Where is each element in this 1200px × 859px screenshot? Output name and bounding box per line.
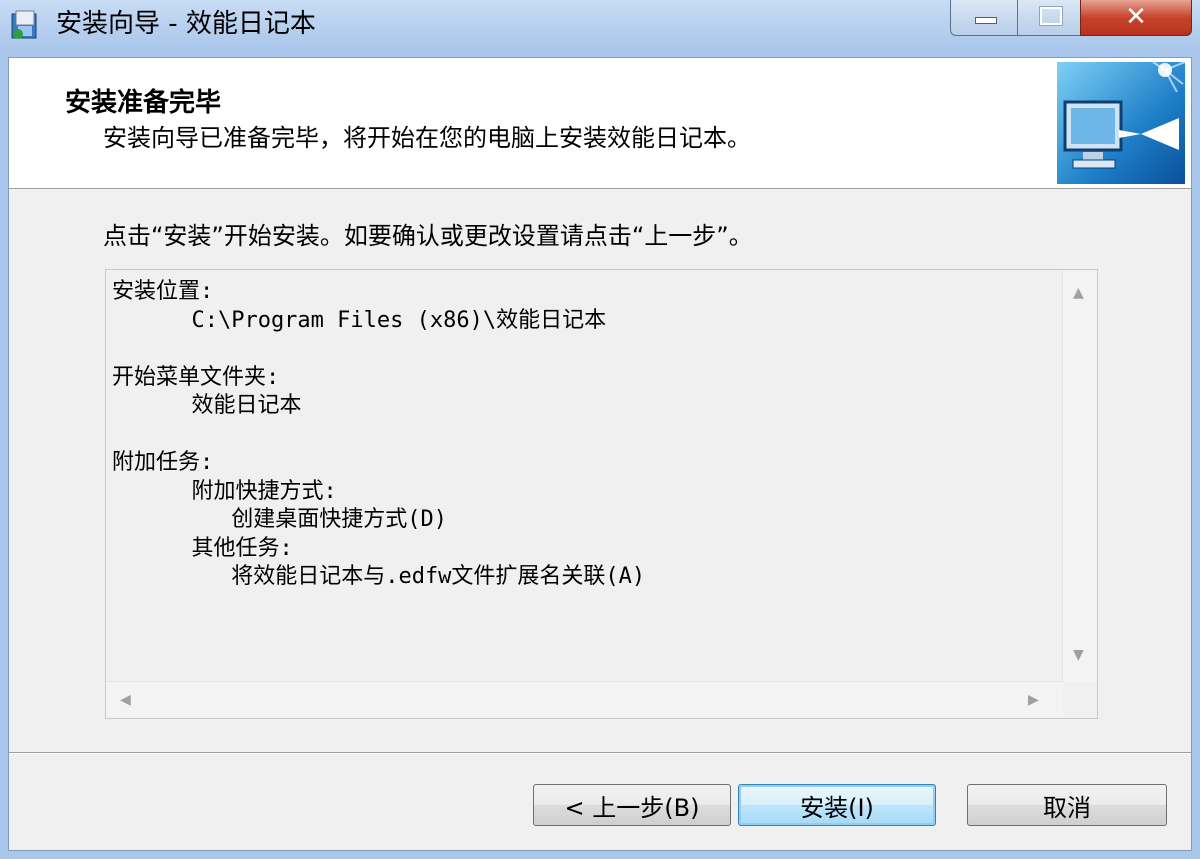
back-button[interactable]: < 上一步(B) <box>533 784 731 826</box>
summary-text: 安装位置: C:\Program Files (x86)\效能日记本 开始菜单文… <box>112 278 1052 678</box>
summary-line: 附加快捷方式: <box>112 478 337 504</box>
cancel-button[interactable]: 取消 <box>967 784 1167 826</box>
page-title: 安装准备完毕 <box>65 88 222 118</box>
ready-memo[interactable]: 安装位置: C:\Program Files (x86)\效能日记本 开始菜单文… <box>105 269 1098 719</box>
summary-line: 其他任务: <box>112 535 293 561</box>
scroll-left-icon[interactable]: ◀ <box>120 693 131 707</box>
scroll-up-icon[interactable]: ▲ <box>1073 286 1084 300</box>
vertical-scrollbar[interactable]: ▲ ▼ <box>1062 270 1097 682</box>
summary-line: 效能日记本 <box>112 393 302 418</box>
summary-line <box>112 421 1052 450</box>
close-icon: ✕ <box>1125 2 1147 32</box>
minimize-icon <box>975 17 997 24</box>
wizard-header: 安装准备完毕 安装向导已准备完毕，将开始在您的电脑上安装效能日记本。 <box>9 58 1191 189</box>
horizontal-scrollbar[interactable]: ◀ ▶ <box>106 681 1063 718</box>
summary-line: 安装位置: <box>112 279 214 304</box>
summary-line: 开始菜单文件夹: <box>112 364 280 390</box>
summary-line <box>112 335 1052 364</box>
summary-line: 创建桌面快捷方式(D) <box>112 507 447 532</box>
summary-line: 附加任务: <box>112 450 214 475</box>
maximize-icon <box>1039 6 1063 26</box>
scroll-down-icon[interactable]: ▼ <box>1073 648 1084 662</box>
summary-line: C:\Program Files (x86)\效能日记本 <box>112 307 607 333</box>
installer-window: 安装向导 - 效能日记本 ✕ 安装准备完毕 安装向导已准备完毕，将开始在您的电脑… <box>0 0 1200 859</box>
summary-line: 将效能日记本与.edfw文件扩展名关联(A) <box>112 564 646 589</box>
scroll-right-icon[interactable]: ▶ <box>1028 693 1039 707</box>
button-separator <box>9 752 1191 754</box>
computer-install-icon <box>1057 62 1185 184</box>
window-title: 安装向导 - 效能日记本 <box>56 9 316 39</box>
minimize-button[interactable] <box>950 0 1018 36</box>
wizard-client-area: 安装准备完毕 安装向导已准备完毕，将开始在您的电脑上安装效能日记本。 点击“安装… <box>8 57 1192 851</box>
scroll-corner <box>1063 682 1097 718</box>
title-bar[interactable]: 安装向导 - 效能日记本 ✕ <box>0 0 1200 52</box>
maximize-button[interactable] <box>1017 0 1081 36</box>
page-subtitle: 安装向导已准备完毕，将开始在您的电脑上安装效能日记本。 <box>103 124 751 152</box>
close-button[interactable]: ✕ <box>1080 0 1192 36</box>
install-button[interactable]: 安装(I) <box>738 784 936 826</box>
instruction-text: 点击“安装”开始安装。如要确认或更改设置请点击“上一步”。 <box>103 222 753 250</box>
installer-app-icon <box>11 10 37 39</box>
